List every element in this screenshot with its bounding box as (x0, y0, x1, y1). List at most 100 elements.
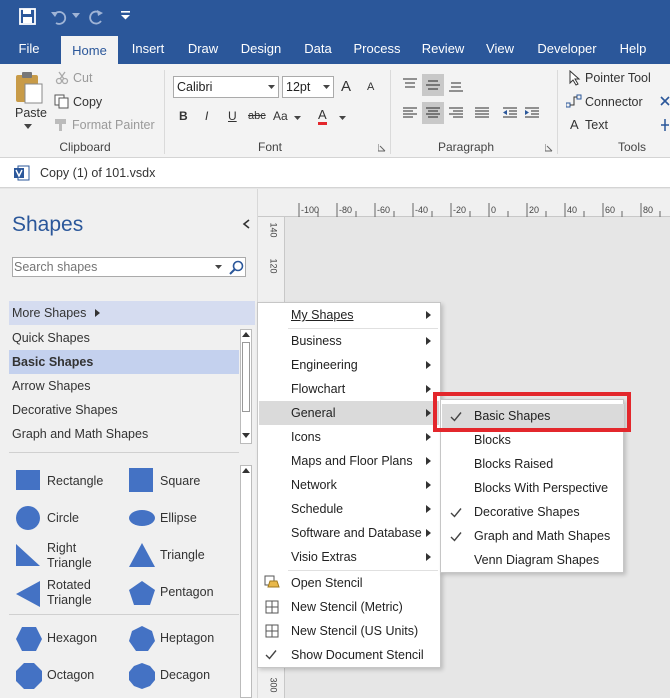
shape-ellipse[interactable]: Ellipse (160, 511, 197, 526)
bold-button[interactable]: B (179, 109, 188, 123)
menu-item-new-stencil-us[interactable]: New Stencil (US Units) (259, 619, 439, 643)
cut-button[interactable]: Cut (73, 71, 92, 85)
menu-item-software-database[interactable]: Software and Database (259, 521, 439, 545)
customize-toolbar-icon[interactable] (121, 11, 130, 20)
shape-rotated-triangle[interactable]: Rotated Triangle (47, 578, 92, 608)
square-icon[interactable] (129, 468, 153, 492)
tab-insert[interactable]: Insert (126, 34, 170, 64)
menu-item-open-stencil[interactable]: Open Stencil (259, 571, 439, 595)
font-color-button[interactable]: A (318, 108, 327, 125)
search-shapes-field[interactable] (12, 257, 246, 277)
undo-icon[interactable] (50, 8, 68, 26)
tab-design[interactable]: Design (236, 34, 286, 64)
chevron-down-icon[interactable] (215, 265, 222, 270)
decrease-indent-icon[interactable] (502, 106, 518, 120)
shape-pentagon[interactable]: Pentagon (160, 585, 214, 600)
tab-process[interactable]: Process (350, 34, 404, 64)
tab-file[interactable]: File (8, 34, 50, 64)
undo-dropdown-icon[interactable] (72, 13, 80, 19)
copy-button[interactable]: Copy (73, 95, 102, 109)
shape-hexagon[interactable]: Hexagon (47, 631, 97, 646)
scroll-down-icon[interactable] (242, 433, 250, 439)
redo-icon[interactable] (88, 8, 106, 26)
rectangle-icon[interactable] (16, 470, 40, 490)
decagon-icon[interactable] (129, 663, 155, 689)
shape-triangle[interactable]: Triangle (160, 548, 205, 563)
menu-item-new-stencil-metric[interactable]: New Stencil (Metric) (259, 595, 439, 619)
connector-button[interactable]: Connector (585, 95, 643, 109)
italic-button[interactable]: I (205, 109, 208, 123)
format-painter-button[interactable]: Format Painter (72, 118, 155, 132)
heptagon-icon[interactable] (129, 626, 155, 652)
scroll-up-icon[interactable] (242, 332, 250, 338)
change-case-button[interactable]: Aa (273, 109, 288, 123)
tab-developer[interactable]: Developer (532, 34, 602, 64)
menu-item-general[interactable]: General (259, 401, 439, 425)
menu-item-icons[interactable]: Icons (259, 425, 439, 449)
close-icon[interactable] (660, 96, 670, 106)
menu-item-business[interactable]: Business (259, 329, 439, 353)
octagon-icon[interactable] (16, 663, 42, 689)
stencil-arrow-shapes[interactable]: Arrow Shapes (9, 374, 239, 398)
paste-dropdown-icon[interactable] (24, 124, 32, 130)
document-title[interactable]: Copy (1) of 101.vsdx (40, 166, 155, 180)
menu-item-network[interactable]: Network (259, 473, 439, 497)
collapse-pane-icon[interactable] (242, 219, 250, 229)
shrink-font-button[interactable]: A (367, 81, 374, 93)
paste-button[interactable]: Paste (15, 106, 47, 120)
shapes-scrollbar[interactable] (240, 465, 252, 698)
tab-home[interactable]: Home (61, 36, 118, 64)
align-left-icon[interactable] (402, 106, 418, 120)
stencil-graph-math-shapes[interactable]: Graph and Math Shapes (9, 422, 239, 446)
triangle-icon[interactable] (129, 543, 155, 567)
tab-help[interactable]: Help (612, 34, 654, 64)
justify-icon[interactable] (474, 106, 490, 120)
menu-item-my-shapes[interactable]: My Shapes (259, 303, 439, 327)
increase-indent-icon[interactable] (524, 106, 540, 120)
menu-item-maps[interactable]: Maps and Floor Plans (259, 449, 439, 473)
shape-heptagon[interactable]: Heptagon (160, 631, 214, 646)
align-top-icon[interactable] (402, 78, 418, 92)
search-icon[interactable] (229, 260, 244, 275)
menu-item-schedule[interactable]: Schedule (259, 497, 439, 521)
align-center-icon[interactable] (425, 106, 441, 120)
format-painter-icon[interactable] (54, 118, 70, 132)
more-shapes-button[interactable]: More Shapes (9, 301, 255, 325)
submenu-item-blocks-perspective[interactable]: Blocks With Perspective (442, 476, 624, 500)
ellipse-icon[interactable] (129, 509, 155, 527)
align-middle-icon[interactable] (425, 78, 441, 92)
stencil-decorative-shapes[interactable]: Decorative Shapes (9, 398, 239, 422)
text-tool-button[interactable]: Text (585, 118, 608, 132)
shape-right-triangle[interactable]: Right Triangle (47, 541, 92, 571)
change-case-dropdown-icon[interactable] (294, 116, 301, 121)
hexagon-icon[interactable] (16, 627, 42, 651)
rotated-triangle-icon[interactable] (16, 581, 40, 607)
stencil-list-scrollbar[interactable] (240, 329, 252, 444)
cut-icon[interactable] (55, 71, 69, 85)
align-right-icon[interactable] (448, 106, 464, 120)
shape-circle[interactable]: Circle (47, 511, 79, 526)
menu-item-flowchart[interactable]: Flowchart (259, 377, 439, 401)
dialog-launcher-icon[interactable] (545, 144, 553, 152)
stencil-quick-shapes[interactable]: Quick Shapes (9, 326, 239, 350)
menu-item-engineering[interactable]: Engineering (259, 353, 439, 377)
menu-item-show-document-stencil[interactable]: Show Document Stencil (259, 643, 439, 667)
tab-data[interactable]: Data (298, 34, 338, 64)
tab-draw[interactable]: Draw (182, 34, 224, 64)
submenu-item-blocks-raised[interactable]: Blocks Raised (442, 452, 624, 476)
text-tool-icon[interactable]: A (570, 117, 579, 132)
connection-point-icon[interactable] (660, 118, 670, 132)
font-name-select[interactable]: Calibri (173, 76, 279, 98)
right-triangle-icon[interactable] (16, 544, 40, 566)
submenu-item-graph-math-shapes[interactable]: Graph and Math Shapes (442, 524, 624, 548)
submenu-item-venn-diagram-shapes[interactable]: Venn Diagram Shapes (442, 548, 624, 572)
connector-icon[interactable] (566, 94, 582, 108)
shape-rectangle[interactable]: Rectangle (47, 474, 103, 489)
save-icon[interactable] (19, 8, 37, 26)
copy-icon[interactable] (54, 94, 69, 109)
pointer-tool-button[interactable]: Pointer Tool (585, 71, 651, 85)
tab-view[interactable]: View (480, 34, 520, 64)
grow-font-button[interactable]: A (341, 78, 351, 95)
pointer-tool-icon[interactable] (569, 70, 581, 86)
menu-item-visio-extras[interactable]: Visio Extras (259, 545, 439, 569)
